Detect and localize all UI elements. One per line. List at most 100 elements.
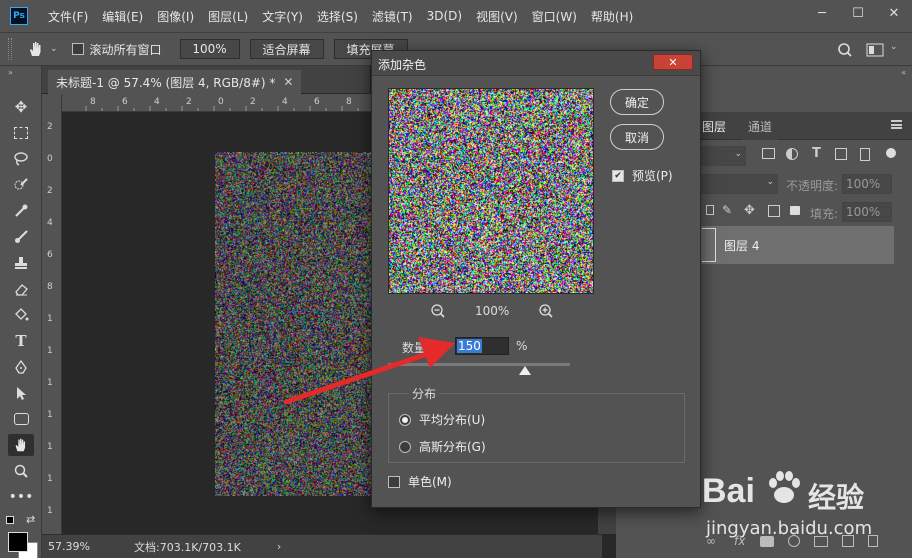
eyedropper-tool-icon[interactable] (8, 200, 34, 222)
preview-zoom-value: 100% (475, 304, 510, 318)
monochromatic-checkbox[interactable] (388, 475, 400, 488)
default-colors-icon[interactable] (6, 516, 14, 524)
type-tool-icon[interactable]: T (8, 330, 34, 352)
menu-view[interactable]: 视图(V) (476, 8, 518, 25)
stamp-tool-icon[interactable] (8, 252, 34, 274)
preview-checkbox[interactable]: ✔ (612, 169, 624, 182)
noise-preview[interactable] (388, 88, 594, 294)
fill-field[interactable]: 100% (842, 202, 892, 222)
marquee-tool-icon[interactable] (8, 122, 34, 144)
preview-option: ✔ 预览(P) (612, 167, 673, 184)
noise-preview-canvas (389, 89, 593, 293)
opacity-label: 不透明度: (786, 179, 839, 193)
hand-tool-icon[interactable] (26, 39, 46, 59)
swap-colors-icon[interactable]: ⇄ (26, 513, 35, 526)
panels-collapse-icon[interactable]: « (901, 68, 906, 77)
tools-panel: » ✥ T ••• ⇄ (0, 66, 42, 558)
status-chevron-icon[interactable]: › (277, 540, 281, 553)
ps-logo-icon[interactable]: Ps (10, 7, 28, 25)
scroll-all-checkbox[interactable] (71, 43, 84, 55)
watermark-brand: Bai (702, 472, 755, 510)
uniform-option[interactable]: 平均分布(U) (399, 411, 485, 428)
menu-edit[interactable]: 编辑(E) (102, 8, 143, 25)
filter-pixel-icon[interactable] (762, 148, 775, 159)
path-select-tool-icon[interactable] (8, 382, 34, 404)
fit-screen-button[interactable]: 适合屏幕 (249, 39, 324, 59)
ruler-tick: 1 (47, 346, 53, 356)
lock-pixels-icon[interactable]: ✎ (722, 203, 732, 217)
menu-file[interactable]: 文件(F) (48, 8, 88, 25)
quick-select-tool-icon[interactable] (8, 174, 34, 196)
workspace-icon[interactable] (866, 43, 884, 57)
shape-tool-icon[interactable] (8, 408, 34, 430)
filter-shape-icon[interactable] (835, 148, 847, 160)
uniform-radio[interactable] (399, 413, 411, 426)
layer-filter-row: ⌄ T (700, 146, 912, 168)
document-tab[interactable]: 未标题-1 @ 57.4% (图层 4, RGB/8#) * ✕ (48, 70, 302, 94)
preview-label: 预览(P) (632, 169, 673, 183)
dialog-close-button[interactable]: ✕ (653, 54, 693, 70)
opacity-field[interactable]: 100% (842, 174, 892, 194)
menu-type[interactable]: 文字(Y) (262, 8, 303, 25)
menu-image[interactable]: 图像(I) (157, 8, 194, 25)
zoom-in-icon[interactable] (538, 303, 554, 319)
workspace-chevron-icon[interactable]: ⌄ (890, 42, 898, 52)
amount-slider-track[interactable] (388, 363, 570, 366)
menu-filter[interactable]: 滤镜(T) (372, 8, 413, 25)
lock-all-icon[interactable] (790, 206, 800, 215)
zoom-tool-icon[interactable] (8, 460, 34, 482)
filter-type-icon[interactable]: T (812, 146, 821, 161)
lock-artboard-icon[interactable] (768, 205, 780, 217)
panel-menu-icon[interactable] (891, 120, 902, 129)
blend-mode-dropdown[interactable]: ⌄ (700, 174, 778, 194)
menu-3d[interactable]: 3D(D) (427, 9, 462, 23)
tab-close-icon[interactable]: ✕ (283, 75, 293, 89)
dialog-titlebar[interactable]: 添加杂色 ✕ (372, 51, 700, 76)
hand-tool-icon[interactable] (8, 434, 34, 456)
lock-position-icon[interactable]: ✥ (744, 203, 755, 218)
gaussian-option[interactable]: 高斯分布(G) (399, 438, 486, 455)
menu-select[interactable]: 选择(S) (317, 8, 358, 25)
status-zoom[interactable]: 57.39% (48, 540, 122, 553)
tab-layers[interactable]: 图层 (702, 112, 726, 140)
layer-row[interactable]: 图层 4 (700, 226, 894, 264)
fill-value: 100% (846, 205, 881, 219)
amount-input[interactable]: 150 (455, 337, 509, 355)
foreground-color-swatch[interactable] (8, 532, 28, 552)
ruler-tick: 1 (47, 442, 53, 452)
menu-help[interactable]: 帮助(H) (591, 8, 633, 25)
zoom-100-button[interactable]: 100% (179, 39, 240, 59)
move-tool-icon[interactable]: ✥ (8, 96, 34, 118)
ok-button[interactable]: 确定 (610, 89, 664, 115)
filter-adjust-icon[interactable] (786, 148, 798, 160)
pen-tool-icon[interactable] (8, 356, 34, 378)
layer-filter-dropdown[interactable]: ⌄ (700, 146, 746, 166)
baidu-jingyan-watermark: Bai 经验 jingyan.baidu.com (700, 460, 910, 558)
more-tools-icon[interactable]: ••• (8, 486, 34, 508)
filter-toggle-icon[interactable] (886, 148, 896, 158)
brush-tool-icon[interactable] (8, 226, 34, 248)
close-button[interactable]: ✕ (876, 0, 912, 26)
lasso-tool-icon[interactable] (8, 148, 34, 170)
filter-smart-icon[interactable] (860, 148, 870, 161)
tools-collapse-icon[interactable]: » (8, 68, 13, 77)
zoom-out-icon[interactable] (430, 303, 446, 319)
document-tabs: 未标题-1 @ 57.4% (图层 4, RGB/8#) * ✕ (42, 66, 370, 94)
tool-preset-chevron-icon[interactable]: ⌄ (50, 44, 58, 54)
menu-window[interactable]: 窗口(W) (532, 8, 577, 25)
eraser-tool-icon[interactable] (8, 278, 34, 300)
paw-logo-icon (769, 471, 800, 503)
distribution-group: 分布 平均分布(U) 高斯分布(G) (388, 385, 685, 463)
restore-button[interactable]: ☐ (840, 0, 876, 26)
noise-document-image[interactable] (215, 152, 375, 496)
gaussian-radio[interactable] (399, 440, 411, 453)
menu-layer[interactable]: 图层(L) (208, 8, 248, 25)
paint-bucket-tool-icon[interactable] (8, 304, 34, 326)
opacity-value: 100% (846, 177, 881, 191)
layer-name[interactable]: 图层 4 (724, 237, 759, 254)
cancel-button[interactable]: 取消 (610, 124, 664, 150)
minimize-button[interactable]: ─ (804, 0, 840, 26)
tab-channels[interactable]: 通道 (742, 112, 779, 140)
search-icon[interactable] (836, 41, 854, 59)
amount-slider-thumb[interactable] (519, 366, 531, 375)
